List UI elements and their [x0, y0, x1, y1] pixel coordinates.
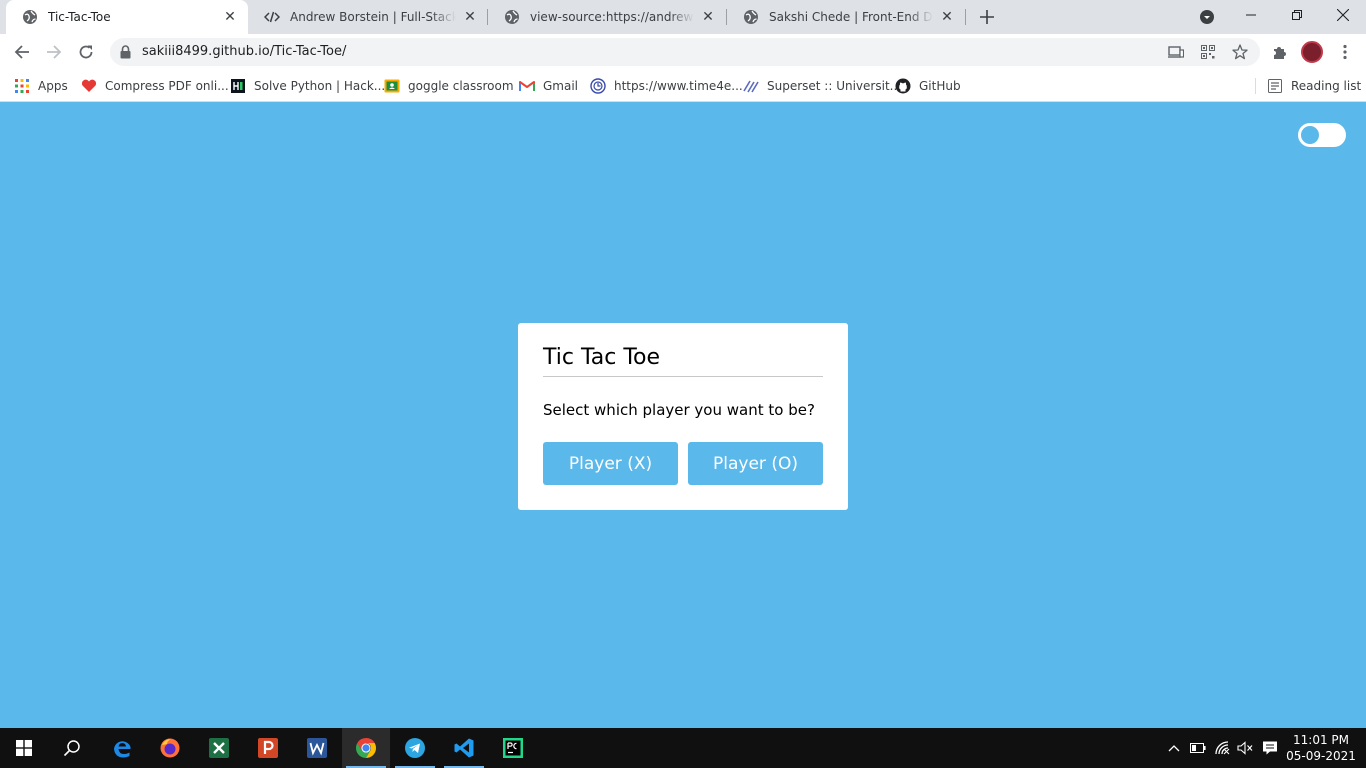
player-o-button[interactable]: Player (O): [688, 442, 823, 485]
close-icon[interactable]: ✕: [939, 9, 955, 25]
reading-list-button[interactable]: Reading list: [1267, 76, 1361, 96]
vscode-icon[interactable]: [440, 728, 488, 768]
github-icon: [895, 78, 911, 94]
chrome-icon[interactable]: [342, 728, 390, 768]
bookmarks-bar: Apps Compress PDF onli... Solve Python |…: [0, 70, 1366, 102]
tab-title: Andrew Borstein | Full-Stack Front: [290, 10, 456, 24]
battery-icon[interactable]: [1190, 740, 1206, 756]
bookmark-label: Compress PDF onli...: [105, 79, 229, 93]
bookmark-gmail[interactable]: Gmail: [519, 76, 578, 96]
close-window-button[interactable]: [1320, 0, 1366, 30]
classroom-icon: [384, 78, 400, 94]
globe-icon: [22, 9, 38, 25]
address-bar[interactable]: sakiii8499.github.io/Tic-Tac-Toe/: [110, 38, 1260, 66]
bookmark-time4education[interactable]: https://www.time4e...: [590, 76, 743, 96]
bookmark-github[interactable]: GitHub: [895, 76, 961, 96]
bookmark-apps[interactable]: Apps: [14, 76, 68, 96]
bookmarks-separator: [1255, 78, 1256, 94]
bookmark-label: goggle classroom: [408, 79, 514, 93]
bookmark-compress-pdf[interactable]: Compress PDF onli...: [81, 76, 229, 96]
taskbar-clock[interactable]: 11:01 PM 05-09-2021: [1284, 732, 1358, 764]
tab-title: view-source:https://andrewborstein: [530, 10, 694, 24]
page-content: Tic Tac Toe Select which player you want…: [0, 102, 1366, 728]
start-icon[interactable]: [0, 728, 48, 768]
action-center-icon[interactable]: [1262, 740, 1278, 759]
tab-andrew-borstein[interactable]: Andrew Borstein | Full-Stack Front ✕: [248, 0, 488, 34]
theme-toggle[interactable]: [1298, 123, 1346, 147]
gmail-icon: [519, 78, 535, 94]
pycharm-icon[interactable]: [489, 728, 537, 768]
wifi-icon[interactable]: [1214, 740, 1230, 756]
close-icon[interactable]: ✕: [462, 9, 478, 25]
bookmark-solve-python[interactable]: Solve Python | Hack...: [230, 76, 385, 96]
reload-button[interactable]: [72, 38, 100, 66]
forward-button[interactable]: [40, 38, 68, 66]
tab-strip: Tic-Tac-Toe ✕ Andrew Borstein | Full-Sta…: [0, 0, 1366, 34]
bookmark-star-icon[interactable]: [1230, 42, 1250, 62]
tab-separator: [965, 9, 966, 25]
reading-list-icon: [1267, 78, 1283, 94]
hackerrank-icon: [230, 78, 246, 94]
install-app-icon[interactable]: [1166, 42, 1186, 62]
excel-icon[interactable]: [195, 728, 243, 768]
bookmark-label: Solve Python | Hack...: [254, 79, 386, 93]
globe-icon: [743, 9, 759, 25]
close-icon[interactable]: ✕: [700, 9, 716, 25]
qr-code-icon[interactable]: [1198, 42, 1218, 62]
tab-search-icon[interactable]: [1197, 7, 1217, 27]
superset-icon: [743, 78, 759, 94]
reading-list-label: Reading list: [1291, 79, 1362, 93]
code-icon: [264, 9, 280, 25]
profile-avatar[interactable]: [1301, 41, 1323, 63]
windows-taskbar: 11:01 PM 05-09-2021: [0, 728, 1366, 768]
bookmark-superset[interactable]: Superset :: Universit...: [743, 76, 901, 96]
apps-grid-icon: [14, 78, 30, 94]
toggle-knob: [1301, 126, 1319, 144]
minimize-button[interactable]: [1228, 0, 1274, 30]
firefox-icon[interactable]: [146, 728, 194, 768]
tab-title: Sakshi Chede | Front-End Developer: [769, 10, 933, 24]
url-text[interactable]: sakiii8499.github.io/Tic-Tac-Toe/: [142, 44, 346, 59]
back-button[interactable]: [8, 38, 36, 66]
show-hidden-icons-chevron-icon[interactable]: [1166, 740, 1182, 756]
bookmark-label: GitHub: [919, 79, 961, 93]
heart-pdf-icon: [81, 78, 97, 94]
select-player-prompt: Select which player you want to be?: [543, 401, 815, 419]
search-icon[interactable]: [48, 728, 96, 768]
player-x-button[interactable]: Player (X): [543, 442, 678, 485]
bookmark-label: Superset :: Universit...: [767, 79, 902, 93]
tab-view-source[interactable]: view-source:https://andrewborstein ✕: [488, 0, 726, 34]
extensions-icon[interactable]: [1270, 42, 1290, 62]
bookmark-label: https://www.time4e...: [614, 79, 743, 93]
time4education-icon: [590, 78, 606, 94]
bookmark-label: Gmail: [543, 79, 579, 93]
player-select-card: Tic Tac Toe Select which player you want…: [518, 323, 848, 510]
clock-date: 05-09-2021: [1286, 749, 1356, 763]
edge-icon[interactable]: [98, 728, 146, 768]
more-menu-icon[interactable]: [1335, 42, 1355, 62]
bookmark-goggle-classroom[interactable]: goggle classroom: [384, 76, 514, 96]
telegram-icon[interactable]: [391, 728, 439, 768]
powerpoint-icon[interactable]: [244, 728, 292, 768]
lock-icon[interactable]: [120, 45, 131, 62]
game-title: Tic Tac Toe: [543, 345, 823, 377]
bookmark-label: Apps: [38, 79, 68, 93]
new-tab-button[interactable]: [975, 5, 999, 29]
clock-time: 11:01 PM: [1293, 733, 1349, 747]
volume-muted-icon[interactable]: [1237, 740, 1253, 756]
tab-sakshi-chede[interactable]: Sakshi Chede | Front-End Developer ✕: [727, 0, 965, 34]
tab-title: Tic-Tac-Toe: [48, 10, 111, 24]
browser-toolbar: sakiii8499.github.io/Tic-Tac-Toe/: [0, 34, 1366, 70]
close-icon[interactable]: ✕: [222, 9, 238, 25]
word-icon[interactable]: [293, 728, 341, 768]
restore-button[interactable]: [1274, 0, 1320, 30]
tab-tic-tac-toe[interactable]: Tic-Tac-Toe ✕: [6, 0, 248, 34]
globe-icon: [504, 9, 520, 25]
